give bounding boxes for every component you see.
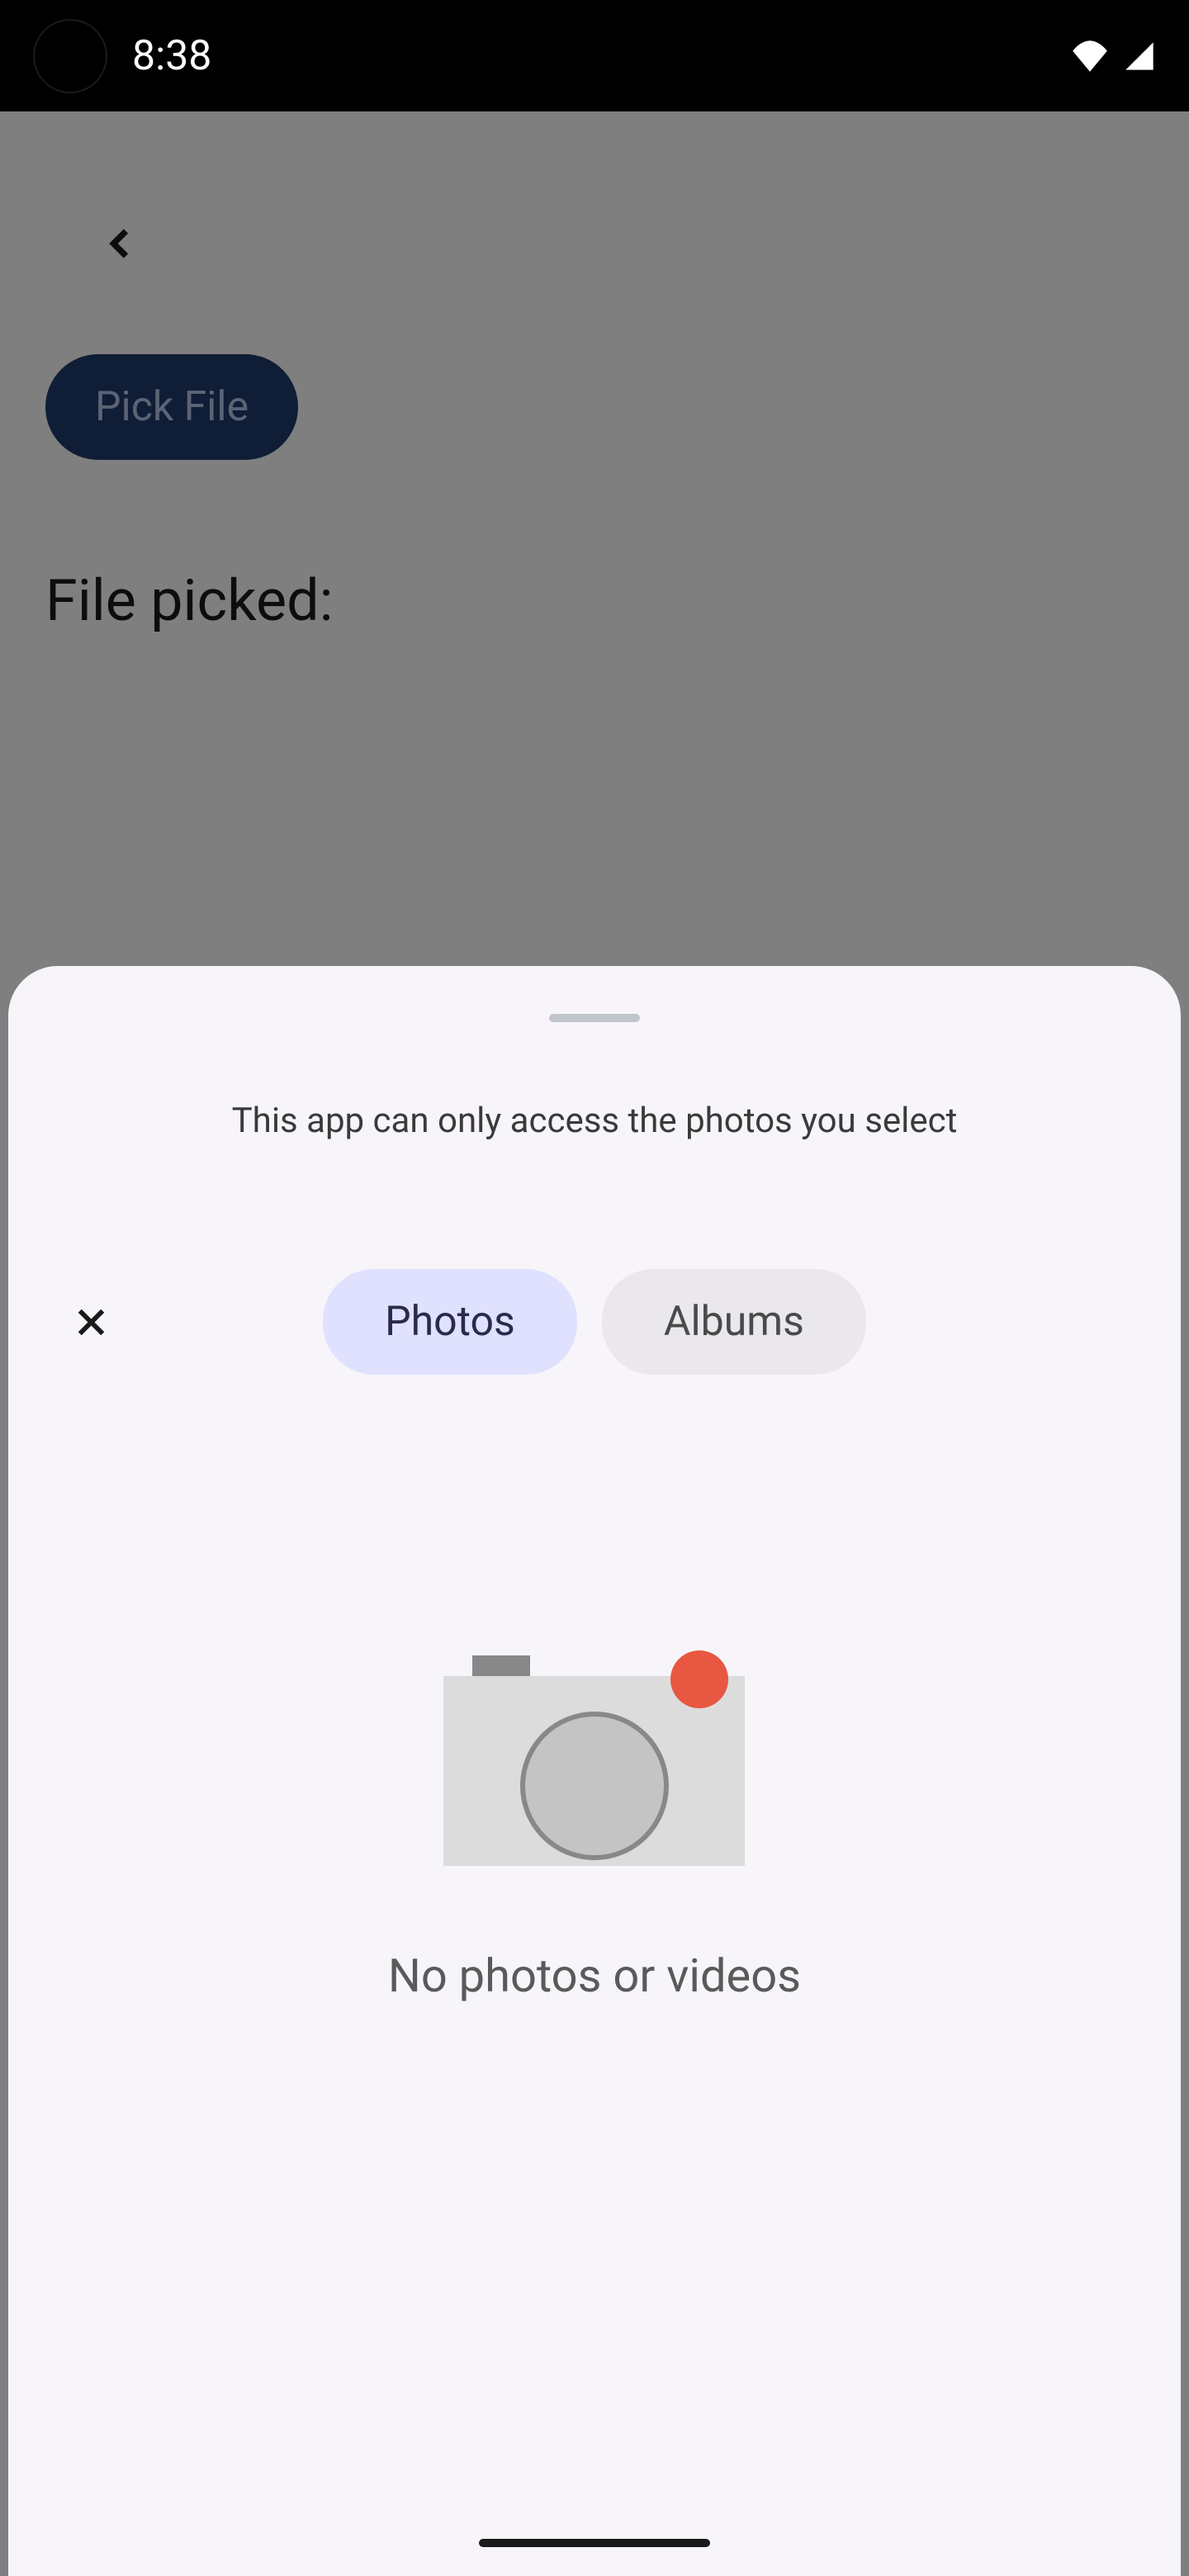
status-bar-left: 8:38: [33, 19, 211, 93]
camera-lens: [520, 1712, 669, 1860]
picker-toolbar: Photos Albums: [8, 1269, 1181, 1375]
tab-segmented-control: Photos Albums: [323, 1269, 866, 1375]
access-permission-message: This app can only access the photos you …: [232, 1101, 958, 1141]
drag-handle[interactable]: [549, 1014, 640, 1022]
status-bar-right: [1069, 40, 1156, 73]
wifi-icon: [1069, 40, 1111, 73]
photo-picker-sheet: This app can only access the photos you …: [8, 966, 1181, 2576]
cellular-icon: [1123, 40, 1156, 73]
status-time: 8:38: [132, 32, 211, 80]
camera-cutout: [33, 19, 107, 93]
close-button[interactable]: [62, 1293, 120, 1351]
empty-state-message: No photos or videos: [388, 1949, 801, 2003]
close-icon: [69, 1300, 114, 1345]
navigation-handle[interactable]: [479, 2539, 710, 2547]
tab-photos[interactable]: Photos: [323, 1269, 577, 1375]
tab-albums[interactable]: Albums: [602, 1269, 866, 1375]
camera-flash-indicator: [670, 1650, 728, 1708]
camera-illustration: [443, 1655, 745, 1866]
empty-state: No photos or videos: [388, 1655, 801, 2003]
status-bar: 8:38: [0, 0, 1189, 111]
